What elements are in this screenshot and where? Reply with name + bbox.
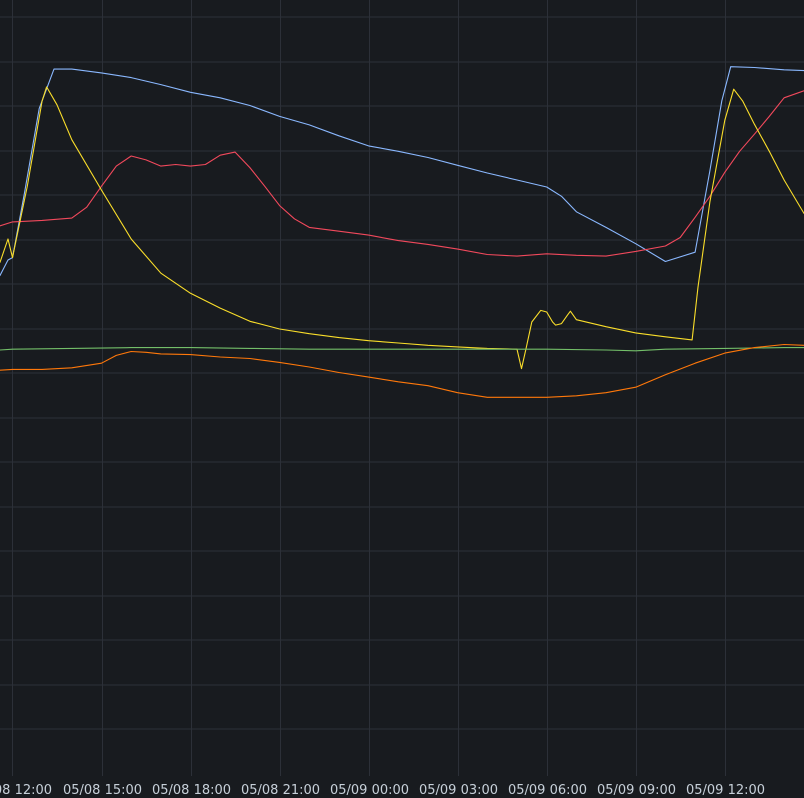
- grid: [0, 0, 804, 776]
- time-series-chart: 05/08 12:00 05/08 15:00 05/08 18:00 05/08 2…: [0, 0, 804, 798]
- x-tick-label: 05/09 00:00: [330, 783, 409, 798]
- x-tick-label: 05/08 21:00: [241, 783, 320, 798]
- series-line-3: [0, 86, 804, 370]
- series-line-4: [0, 347, 804, 352]
- chart-canvas: 05/08 12:00 05/08 15:00 05/08 18:00 05/08 2…: [0, 0, 804, 798]
- x-tick-label: 05/08 15:00: [63, 783, 142, 798]
- x-tick-label: 05/08 18:00: [152, 783, 231, 798]
- x-axis-ticks: 05/08 12:00 05/08 15:00 05/08 18:00 05/08 2…: [0, 783, 765, 798]
- series-lines: [0, 66, 804, 398]
- x-tick-label: 05/09 12:00: [686, 783, 765, 798]
- x-tick-label: 05/09 03:00: [419, 783, 498, 798]
- series-line-2: [0, 90, 804, 257]
- x-tick-label: 05/09 06:00: [508, 783, 587, 798]
- x-tick-label: 05/09 09:00: [597, 783, 676, 798]
- series-line-1: [0, 66, 804, 277]
- x-tick-label: 05/08 12:00: [0, 783, 52, 798]
- series-line-5: [0, 343, 804, 398]
